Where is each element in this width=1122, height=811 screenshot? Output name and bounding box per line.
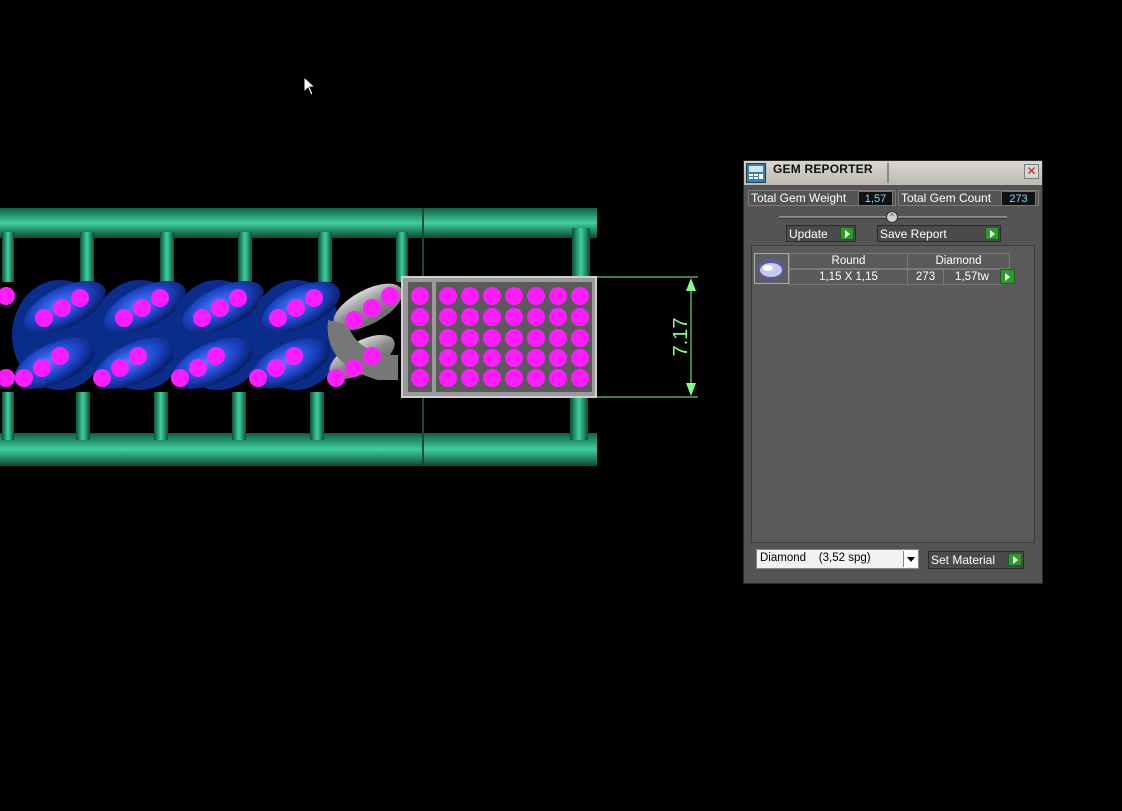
- set-material-button[interactable]: Set Material: [928, 551, 1024, 569]
- dimension-label: 7.17: [670, 318, 692, 357]
- update-button[interactable]: Update: [786, 225, 856, 242]
- mouse-cursor-icon: [303, 76, 317, 96]
- panel-title: GEM REPORTER: [773, 162, 873, 176]
- header-shape: Round: [789, 253, 908, 269]
- row-gem-weight: 1,57tw: [943, 269, 1001, 285]
- play-arrow-icon: [1008, 553, 1022, 566]
- header-material: Diamond: [907, 253, 1010, 269]
- total-gem-weight-value: 1,57: [858, 191, 893, 206]
- material-dropdown-value: Diamond (3,52 spg): [760, 552, 871, 564]
- row-action-arrow-icon[interactable]: [1000, 269, 1015, 284]
- clasp-box[interactable]: [401, 276, 597, 398]
- play-arrow-icon: [840, 227, 854, 240]
- set-material-button-label: Set Material: [931, 553, 996, 567]
- gem-reporter-panel: GEM REPORTER ✕ Total Gem Weight 1,57 Tot…: [743, 160, 1043, 584]
- panel-splitter-handle[interactable]: ^: [886, 211, 898, 223]
- gem-shape-icon[interactable]: [754, 253, 789, 284]
- total-gem-weight-label: Total Gem Weight: [751, 191, 847, 205]
- panel-titlebar[interactable]: GEM REPORTER ✕: [744, 161, 1042, 185]
- close-icon[interactable]: ✕: [1024, 164, 1039, 179]
- save-report-button-label: Save Report: [880, 227, 947, 241]
- update-button-label: Update: [789, 227, 828, 241]
- chain-links: [12, 280, 403, 390]
- gem-reporter-app-icon: [746, 163, 766, 183]
- save-report-button[interactable]: Save Report: [877, 225, 1001, 242]
- material-dropdown[interactable]: Diamond (3,52 spg): [756, 549, 919, 569]
- play-arrow-icon: [985, 227, 999, 240]
- title-separator: [887, 163, 889, 183]
- gem-list: Round Diamond 1,15 X 1,15 273 1,57tw: [751, 245, 1035, 543]
- row-gem-count: 273: [907, 269, 944, 285]
- total-gem-count-value: 273: [1001, 191, 1036, 206]
- chevron-down-icon[interactable]: [903, 551, 917, 567]
- total-gem-count-label: Total Gem Count: [901, 191, 992, 205]
- row-gem-size: 1,15 X 1,15: [789, 269, 908, 285]
